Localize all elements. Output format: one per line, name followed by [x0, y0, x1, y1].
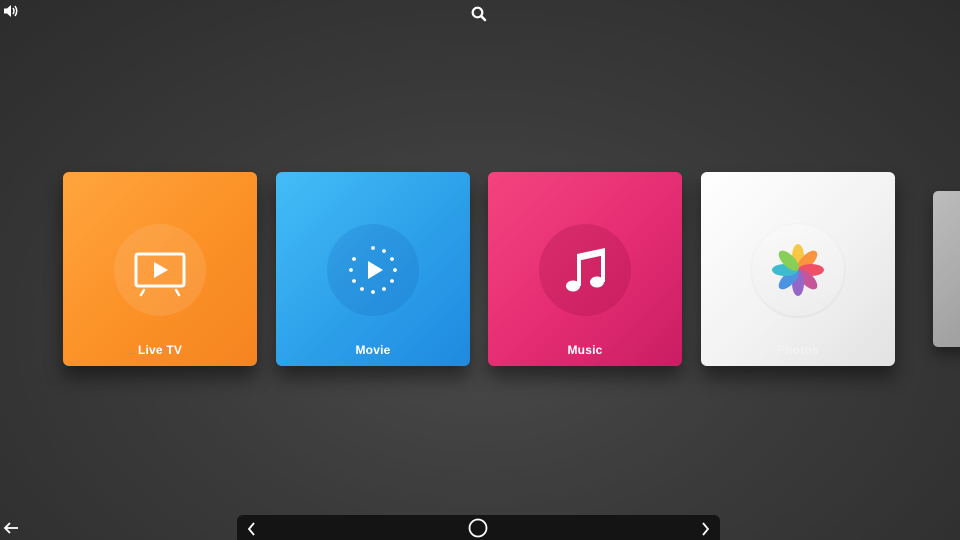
next-card-peek[interactable] [933, 191, 960, 347]
music-icon-badge [539, 224, 631, 316]
home-circle-icon [468, 518, 488, 538]
chevron-right-icon [702, 522, 710, 536]
live-tv-card[interactable]: Live TV [63, 172, 257, 366]
bottom-nav-bar [237, 515, 720, 540]
photos-pinwheel-icon [772, 244, 824, 296]
previous-button[interactable] [245, 521, 259, 537]
photos-card[interactable]: Photos [701, 172, 895, 366]
app-card-row: Live TV Movie Music Photos [0, 0, 960, 540]
card-label: Music [567, 343, 603, 357]
card-label: Live TV [137, 343, 183, 357]
card-label: Photos [777, 343, 819, 357]
movie-icon-badge [327, 224, 419, 316]
back-button[interactable] [2, 520, 20, 536]
music-card[interactable]: Music [488, 172, 682, 366]
home-button[interactable] [468, 518, 488, 538]
back-arrow-icon [3, 522, 18, 534]
next-button[interactable] [698, 521, 712, 537]
photos-icon-badge [752, 224, 844, 316]
chevron-left-icon [247, 522, 255, 536]
movie-card[interactable]: Movie [276, 172, 470, 366]
music-note-icon [566, 248, 605, 292]
tv-play-icon [134, 252, 186, 297]
card-label: Movie [355, 343, 391, 357]
movie-play-icon [349, 246, 397, 294]
live-tv-icon-badge [114, 224, 206, 316]
